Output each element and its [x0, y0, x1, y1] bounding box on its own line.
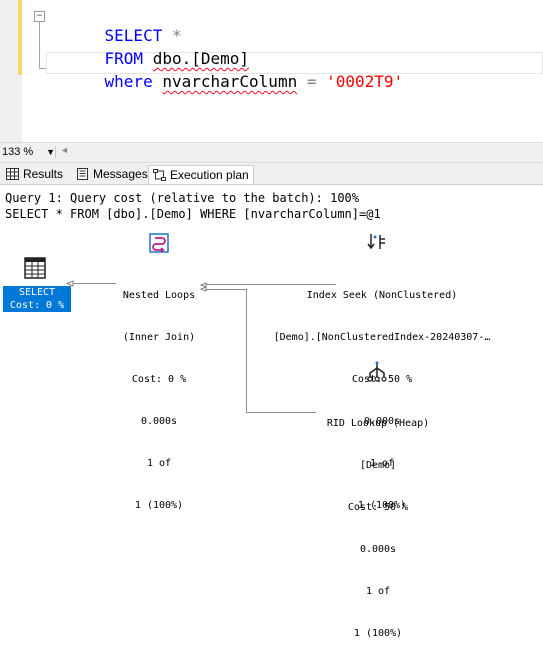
- scroll-left-icon[interactable]: ◄: [60, 145, 69, 155]
- query-cost-header: Query 1: Query cost (relative to the bat…: [5, 191, 360, 205]
- execution-plan-pane[interactable]: Query 1: Query cost (relative to the bat…: [0, 184, 543, 639]
- tab-results-label: Results: [23, 167, 64, 181]
- zoom-dropdown[interactable]: 133 % ▼: [0, 145, 57, 160]
- grid-icon: [6, 168, 19, 180]
- select-node-selected[interactable]: SELECT Cost: 0 %: [3, 286, 71, 312]
- tab-results[interactable]: Results: [2, 165, 67, 184]
- connector-line: [246, 289, 247, 412]
- node-subtitle: [Demo].[NonClusteredIndex-20240307-…: [273, 332, 491, 343]
- tab-messages[interactable]: Messages: [72, 165, 152, 184]
- editor-status-bar: 133 % ▼ ◄: [0, 142, 543, 163]
- tab-plan-label: Execution plan: [170, 168, 249, 182]
- sql-keyword: where: [104, 72, 153, 91]
- collapse-outline-icon[interactable]: −: [34, 11, 45, 22]
- tab-messages-label: Messages: [93, 167, 148, 181]
- select-node-cost: Cost: 0 %: [9, 300, 65, 311]
- node-cost: Cost: 0 %: [131, 374, 187, 385]
- tab-execution-plan[interactable]: Execution plan: [148, 165, 254, 184]
- node-subtitle: [Demo]: [359, 460, 397, 471]
- select-node-label: SELECT: [18, 287, 56, 298]
- query-text-header: SELECT * FROM [dbo].[Demo] WHERE [nvarch…: [5, 207, 381, 221]
- node-time: 0.000s: [140, 416, 178, 427]
- nested-loops-icon[interactable]: [147, 231, 171, 255]
- nested-loops-node[interactable]: Nested Loops (Inner Join) Cost: 0 % 0.00…: [101, 261, 217, 541]
- query-editor[interactable]: − SELECT * FROM dbo.[Demo] where nvarcha…: [0, 0, 543, 142]
- index-seek-icon[interactable]: [366, 231, 388, 253]
- select-operator-icon[interactable]: [24, 257, 46, 279]
- node-title: Nested Loops: [122, 290, 196, 301]
- changed-lines-indicator: [18, 0, 22, 75]
- sql-column-name: nvarcharColumn: [162, 72, 298, 91]
- node-rows: 1 of: [146, 458, 172, 469]
- divider: [55, 146, 56, 159]
- code-line-3[interactable]: where nvarcharColumn = '0002T9': [66, 52, 404, 112]
- zoom-value: 133 %: [2, 146, 34, 158]
- node-time: 0.000s: [359, 544, 397, 555]
- node-subtitle: (Inner Join): [122, 332, 196, 343]
- execution-plan-icon: [153, 169, 166, 181]
- node-title: Index Seek (NonClustered): [306, 290, 458, 301]
- sql-string-literal: '0002T9': [326, 72, 404, 91]
- chevron-down-icon: ▼: [46, 147, 55, 157]
- rid-lookup-node[interactable]: RID Lookup (Heap) [Demo] Cost: 50 % 0.00…: [303, 389, 453, 669]
- rid-lookup-icon[interactable]: [365, 360, 389, 384]
- results-tab-bar: Results Messages Execution plan: [0, 163, 543, 184]
- node-pct: 1 (100%): [134, 500, 184, 511]
- outline-guide: [39, 22, 40, 68]
- node-rows: 1 of: [365, 586, 391, 597]
- node-pct: 1 (100%): [353, 628, 403, 639]
- sql-operator: =: [306, 72, 317, 91]
- messages-icon: [77, 168, 88, 180]
- node-title: RID Lookup (Heap): [326, 418, 430, 429]
- node-cost: Cost: 50 %: [347, 502, 409, 513]
